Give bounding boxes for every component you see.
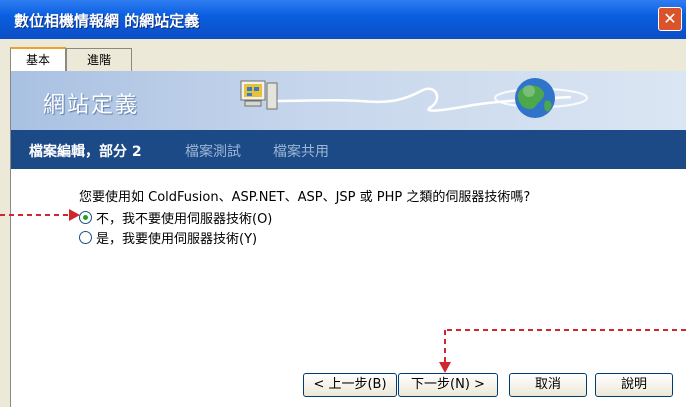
option-label: 是，我要使用伺服器技術(Y) [96,232,258,247]
step-file-testing: 檔案測試 [185,144,241,160]
radio-button[interactable] [79,231,92,244]
step-bar: 檔案編輯，部分 2 檔案測試 檔案共用 [11,130,686,169]
banner: 網站定義 [11,71,686,130]
option-label: 不，我不要使用伺服器技術(O) [96,212,273,227]
step-file-sharing: 檔案共用 [273,144,329,160]
network-illustration [240,78,588,118]
title-bar[interactable]: 數位相機情報網 的網站定義 ✕ [0,0,686,39]
computer-icon [240,80,278,110]
close-icon: ✕ [663,9,677,28]
site-definition-dialog: 數位相機情報網 的網站定義 ✕ 基本 進階 網站定義 檔案編輯，部分 2 檔案測… [0,0,686,407]
tab-advanced[interactable]: 進階 [66,48,132,71]
help-button[interactable]: 說明 [595,373,673,397]
server-technology-question: 您要使用如 ColdFusion、ASP.NET、ASP、JSP 或 PHP 之… [79,190,531,205]
tab-basic[interactable]: 基本 [10,47,66,73]
next-button[interactable]: 下一步(N) > [398,373,498,397]
globe-icon [494,78,588,118]
cancel-button[interactable]: 取消 [509,373,587,397]
back-button[interactable]: < 上一步(B) [303,373,397,397]
step-file-editing: 檔案編輯，部分 2 [29,144,142,160]
window-title: 數位相機情報網 的網站定義 [14,12,200,30]
option-yes-server-tech[interactable]: 是，我要使用伺服器技術(Y) [79,228,257,247]
content-panel: 網站定義 檔案編輯，部分 2 檔案測試 檔案共用 您要使用如 ColdFusio… [10,71,686,407]
option-no-server-tech[interactable]: 不，我不要使用伺服器技術(O) [79,208,272,227]
radio-button-checked[interactable] [79,211,92,224]
close-button[interactable]: ✕ [658,7,682,31]
